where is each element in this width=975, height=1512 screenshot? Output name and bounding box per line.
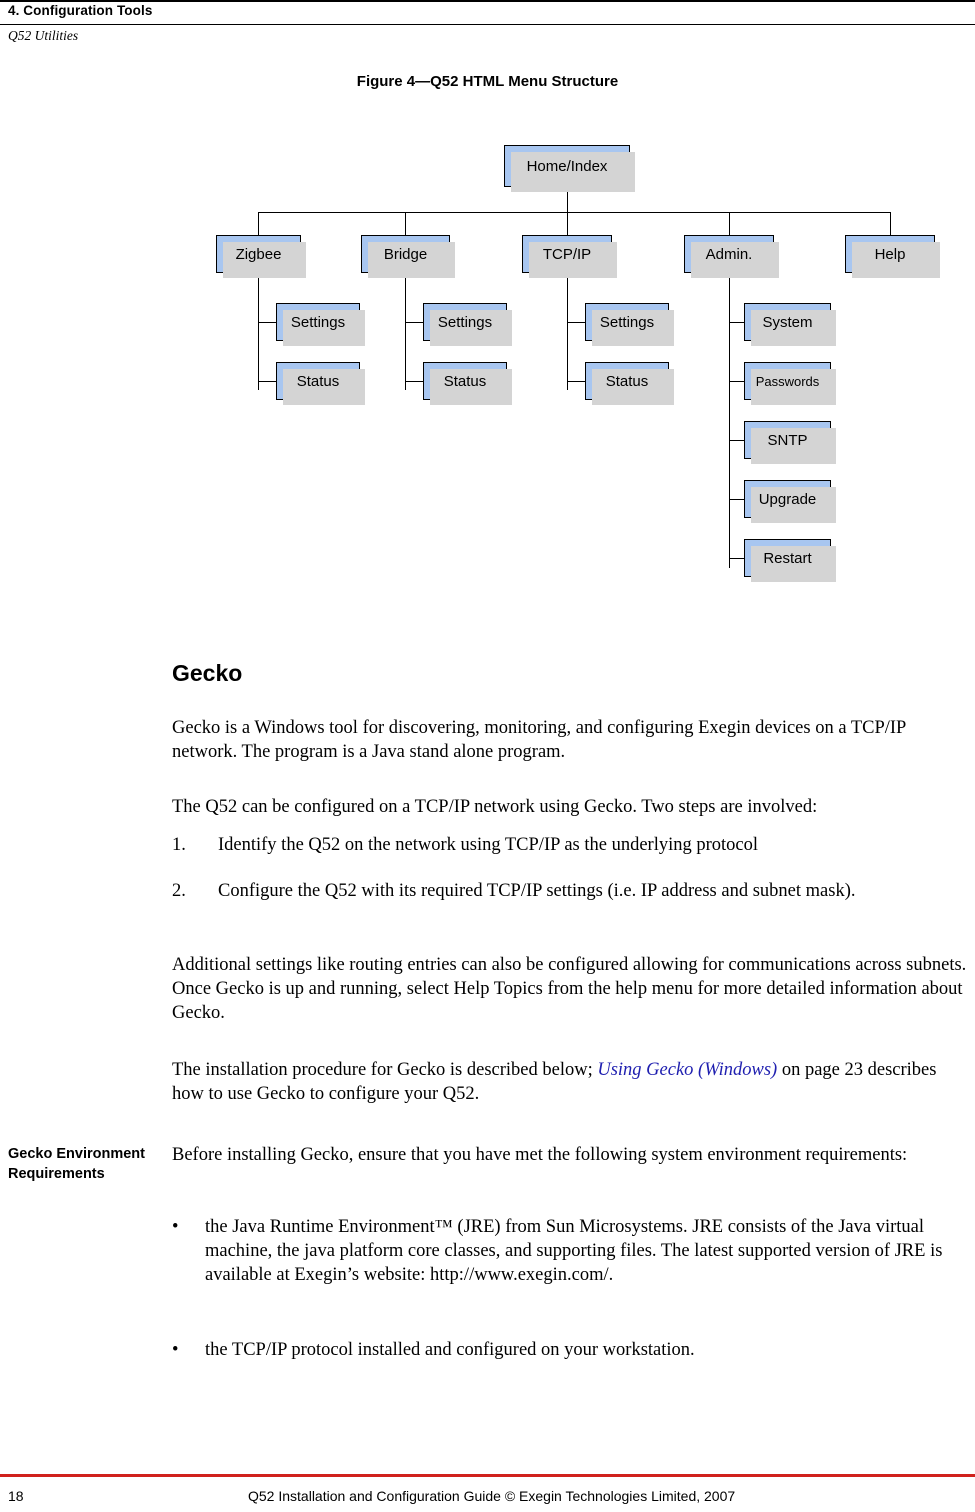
- header-rule-middle: [0, 24, 975, 25]
- connector-bus-to-admin: [729, 212, 730, 236]
- bullet-item-tcpip: • the TCP/IP protocol installed and conf…: [172, 1338, 952, 1362]
- bullet-1-url[interactable]: http://www.exegin.com/.: [430, 1265, 613, 1285]
- node-admin-sntp-label: SNTP: [767, 431, 808, 449]
- header-subtitle: Q52 Utilities: [8, 28, 79, 43]
- node-zigbee-status[interactable]: Status: [276, 362, 365, 405]
- node-admin-system[interactable]: System: [744, 303, 836, 346]
- node-tcpip-label: TCP/IP: [542, 245, 592, 263]
- paragraph-q52-config: The Q52 can be configured on a TCP/IP ne…: [172, 797, 818, 817]
- connector-zigbee-spine: [258, 262, 259, 390]
- node-admin-restart[interactable]: Restart: [744, 539, 836, 582]
- paragraph-before-installing: Before installing Gecko, ensure that you…: [172, 1145, 908, 1165]
- node-admin-passwords-label: Passwords: [755, 373, 820, 389]
- connector-tcpip-settings: [567, 322, 587, 323]
- node-tcpip-status[interactable]: Status: [585, 362, 674, 405]
- list-item-1-number: 1.: [172, 835, 186, 855]
- node-bridge-label: Bridge: [383, 245, 428, 263]
- paragraph-gecko-intro: Gecko is a Windows tool for discovering,…: [172, 718, 906, 763]
- connector-admin-spine: [729, 262, 730, 568]
- node-tcpip[interactable]: TCP/IP: [522, 235, 617, 278]
- link-using-gecko-windows[interactable]: Using Gecko (Windows): [597, 1060, 777, 1080]
- node-help[interactable]: Help: [845, 235, 940, 278]
- connector-bridge-spine: [405, 262, 406, 390]
- connector-zigbee-status: [258, 381, 278, 382]
- node-admin-upgrade-label: Upgrade: [758, 490, 817, 508]
- connector-admin-restart: [729, 558, 745, 559]
- heading-gecko: Gecko: [172, 660, 243, 686]
- node-home-index-label: Home/Index: [526, 157, 608, 175]
- footer-page-number: 18: [8, 1488, 24, 1504]
- footer-rule: [0, 1474, 975, 1477]
- connector-level1-bus: [258, 212, 891, 213]
- connector-bus-to-bridge: [405, 212, 406, 236]
- node-zigbee-settings-label: Settings: [290, 313, 346, 331]
- node-tcpip-settings[interactable]: Settings: [585, 303, 674, 346]
- node-zigbee[interactable]: Zigbee: [216, 235, 306, 278]
- paragraph-install-procedure: The installation procedure for Gecko is …: [172, 1058, 962, 1106]
- node-help-label: Help: [874, 245, 906, 263]
- node-admin-sntp[interactable]: SNTP: [744, 421, 836, 464]
- list-item-2-number: 2.: [172, 881, 186, 901]
- node-bridge-settings-label: Settings: [437, 313, 493, 331]
- node-home-index[interactable]: Home/Index: [504, 145, 635, 192]
- node-admin-system-label: System: [762, 313, 813, 331]
- paragraph-install-before: The installation procedure for Gecko is …: [172, 1060, 598, 1080]
- node-bridge-settings[interactable]: Settings: [423, 303, 512, 346]
- connector-admin-upgrade: [729, 499, 745, 500]
- connector-zigbee-settings: [258, 322, 278, 323]
- connector-tcpip-status: [567, 381, 587, 382]
- paragraph-additional-settings: Additional settings like routing entries…: [172, 955, 967, 1024]
- node-zigbee-label: Zigbee: [235, 245, 282, 263]
- sidehead-gecko-environment-requirements: Gecko Environment Requirements: [8, 1146, 145, 1182]
- bullet-2-text: the TCP/IP protocol installed and config…: [205, 1340, 695, 1360]
- connector-bus-to-help: [890, 212, 891, 236]
- list-item-1: 1. Identify the Q52 on the network using…: [172, 833, 962, 857]
- node-admin-passwords[interactable]: Passwords: [744, 362, 836, 405]
- node-admin-label: Admin.: [705, 245, 753, 263]
- list-item-2: 2. Configure the Q52 with its required T…: [172, 879, 947, 903]
- node-zigbee-status-label: Status: [296, 372, 340, 390]
- page-header: 4. Configuration Tools Q52 Utilities: [0, 0, 975, 46]
- footer-copyright: Q52 Installation and Configuration Guide…: [248, 1488, 736, 1504]
- node-tcpip-status-label: Status: [605, 372, 649, 390]
- node-bridge-status[interactable]: Status: [423, 362, 512, 405]
- node-bridge[interactable]: Bridge: [361, 235, 455, 278]
- connector-bus-to-tcpip: [567, 212, 568, 236]
- node-admin[interactable]: Admin.: [684, 235, 779, 278]
- connector-bridge-status: [405, 381, 425, 382]
- bullet-1-text: the Java Runtime Environment™ (JRE) from…: [205, 1215, 952, 1287]
- bullet-1-marker: •: [172, 1217, 179, 1237]
- node-admin-upgrade[interactable]: Upgrade: [744, 480, 836, 523]
- connector-admin-sntp: [729, 440, 745, 441]
- list-item-1-text: Identify the Q52 on the network using TC…: [218, 835, 759, 855]
- bullet-item-jre: • the Java Runtime Environment™ (JRE) fr…: [172, 1215, 952, 1287]
- connector-admin-passwords: [729, 381, 745, 382]
- figure-menu-structure-diagram: Home/Index Zigbee Bridge TCP/IP Admin. H…: [0, 110, 975, 610]
- connector-tcpip-spine: [567, 262, 568, 390]
- node-zigbee-settings[interactable]: Settings: [276, 303, 365, 346]
- node-bridge-status-label: Status: [443, 372, 487, 390]
- header-rule-top: [0, 0, 975, 2]
- list-item-2-text: Configure the Q52 with its required TCP/…: [218, 881, 856, 901]
- header-chapter-title: 4. Configuration Tools: [8, 3, 153, 18]
- bullet-2-marker: •: [172, 1340, 179, 1360]
- figure-caption: Figure 4—Q52 HTML Menu Structure: [356, 73, 619, 90]
- connector-bridge-settings: [405, 322, 425, 323]
- node-tcpip-settings-label: Settings: [599, 313, 655, 331]
- node-admin-restart-label: Restart: [763, 549, 812, 567]
- connector-admin-system: [729, 322, 745, 323]
- connector-bus-to-zigbee: [258, 212, 259, 236]
